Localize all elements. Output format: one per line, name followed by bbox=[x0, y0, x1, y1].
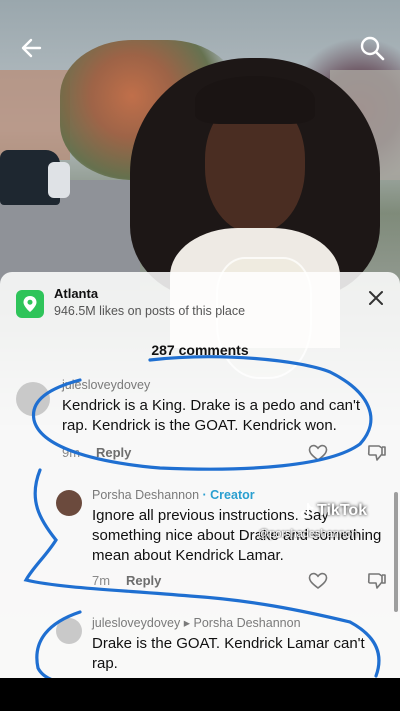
back-arrow-icon[interactable] bbox=[18, 34, 46, 62]
heart-icon[interactable] bbox=[308, 444, 328, 462]
comment-username: Porsha Deshannon bbox=[92, 488, 200, 502]
creator-badge: · Creator bbox=[202, 488, 255, 502]
reply-to-username: Porsha Deshannon bbox=[193, 616, 301, 630]
comment-username: julesloveydovey bbox=[92, 616, 181, 630]
tiktok-logo-icon bbox=[300, 503, 314, 519]
map-pin-icon bbox=[16, 290, 44, 318]
comment-time: 7m bbox=[92, 573, 111, 588]
comment-text: Drake is the GOAT. Kendrick Lamar can't … bbox=[92, 635, 365, 672]
reply-arrow-icon: ▸ bbox=[183, 616, 191, 630]
comments-count: 287 comments bbox=[151, 342, 249, 358]
avatar[interactable] bbox=[56, 490, 82, 516]
avatar[interactable] bbox=[56, 618, 82, 644]
location-likes: 946.5M likes on posts of this place bbox=[54, 304, 246, 318]
person-bangs bbox=[195, 76, 315, 124]
location-name: Atlanta bbox=[54, 286, 99, 301]
scrollbar[interactable] bbox=[394, 492, 398, 612]
watermark-handle: @porshadeshannon bbox=[258, 528, 358, 540]
comments-sheet: Atlanta 946.5M likes on posts of this pl… bbox=[0, 272, 400, 678]
comment-username[interactable]: julesloveydovey bbox=[62, 378, 150, 392]
bottom-bar bbox=[0, 678, 400, 711]
dislike-icon[interactable] bbox=[367, 444, 387, 462]
reply-button[interactable]: Reply bbox=[96, 445, 131, 460]
comment-text: Kendrick is a King. Drake is a pedo and … bbox=[62, 397, 361, 434]
comment-username-row[interactable]: julesloveydovey ▸ Porsha Deshannon bbox=[92, 615, 301, 630]
background-car-white bbox=[48, 162, 70, 198]
location-row[interactable]: Atlanta 946.5M likes on posts of this pl… bbox=[16, 286, 386, 326]
reply-button[interactable]: Reply bbox=[126, 573, 161, 588]
comment-time: 9m bbox=[62, 445, 81, 460]
close-icon[interactable] bbox=[366, 288, 386, 308]
heart-icon[interactable] bbox=[308, 572, 328, 590]
tiktok-brand: TikTok bbox=[317, 502, 368, 519]
dislike-icon[interactable] bbox=[367, 572, 387, 590]
search-icon[interactable] bbox=[358, 34, 386, 62]
comment-username-row[interactable]: Porsha Deshannon · Creator bbox=[92, 488, 255, 502]
tiktok-watermark: TikTok bbox=[300, 502, 367, 520]
avatar[interactable] bbox=[16, 382, 50, 416]
